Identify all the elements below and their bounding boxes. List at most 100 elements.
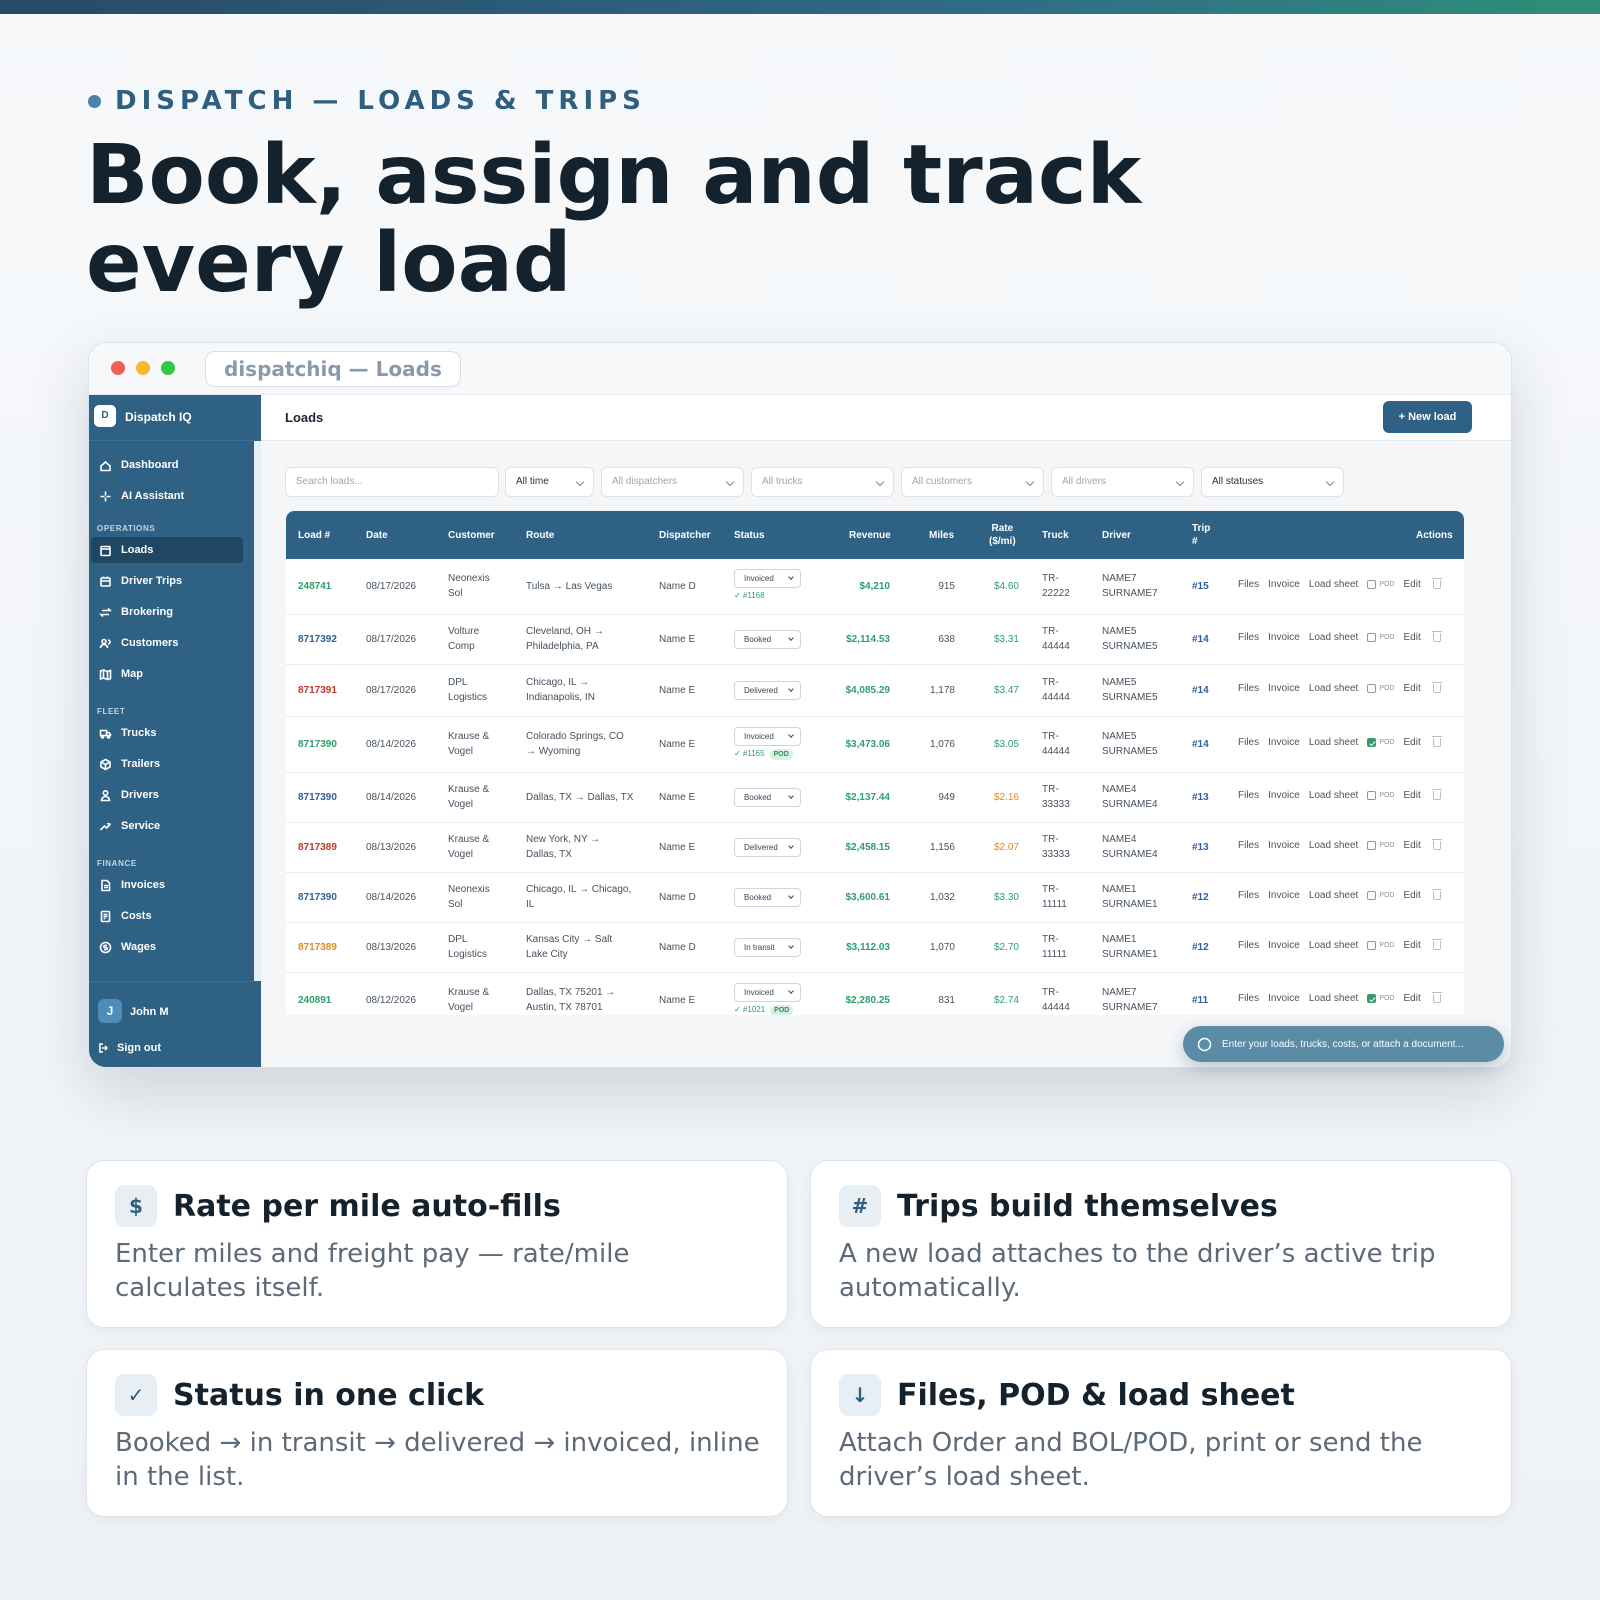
table-row[interactable]: 8717389 08/13/2026 DPL Logistics Kansas City… bbox=[286, 923, 1464, 973]
trip-link[interactable]: #12 bbox=[1192, 890, 1209, 905]
invoice-link[interactable]: Invoice bbox=[1268, 737, 1300, 748]
load-sheet-link[interactable]: Load sheet bbox=[1309, 579, 1359, 590]
col-truck[interactable]: Truck bbox=[1042, 530, 1069, 541]
trip-link[interactable]: #14 bbox=[1192, 737, 1209, 752]
sidebar-item-trailers[interactable]: Trailers bbox=[91, 751, 243, 777]
trash-icon[interactable] bbox=[1431, 682, 1442, 693]
sidebar-item-driver-trips[interactable]: Driver Trips bbox=[91, 568, 243, 594]
col-customer[interactable]: Customer bbox=[448, 530, 495, 541]
files-link[interactable]: Files bbox=[1238, 790, 1259, 801]
invoice-link[interactable]: Invoice bbox=[1268, 840, 1300, 851]
trash-icon[interactable] bbox=[1431, 839, 1442, 850]
sidebar-item-service[interactable]: Service bbox=[91, 813, 243, 839]
new-load-button[interactable]: + New load bbox=[1383, 401, 1472, 433]
trash-icon[interactable] bbox=[1431, 889, 1442, 900]
load-sheet-link[interactable]: Load sheet bbox=[1309, 993, 1359, 1004]
dispatcher-filter[interactable]: All dispatchers bbox=[601, 467, 744, 497]
col-rate[interactable]: Rate ($/mi) bbox=[989, 522, 1016, 548]
sidebar-item-ai-assistant[interactable]: AI Assistant bbox=[91, 483, 243, 509]
col-status[interactable]: Status bbox=[734, 530, 765, 541]
trash-icon[interactable] bbox=[1431, 736, 1442, 747]
trash-icon[interactable] bbox=[1431, 992, 1442, 1003]
pod-checkbox[interactable]: POD bbox=[1367, 684, 1394, 693]
files-link[interactable]: Files bbox=[1238, 840, 1259, 851]
col-dispatcher[interactable]: Dispatcher bbox=[659, 530, 711, 541]
invoice-ref[interactable]: ✓ #1021 POD bbox=[734, 1005, 794, 1015]
trip-link[interactable]: #13 bbox=[1192, 790, 1209, 805]
load-number-link[interactable]: 8717389 bbox=[298, 840, 337, 855]
trip-link[interactable]: #15 bbox=[1192, 579, 1209, 594]
window-tab[interactable]: dispatchiq — Loads bbox=[205, 351, 461, 387]
edit-link[interactable]: Edit bbox=[1403, 737, 1420, 748]
load-number-link[interactable]: 8717390 bbox=[298, 790, 337, 805]
load-sheet-link[interactable]: Load sheet bbox=[1309, 840, 1359, 851]
invoice-link[interactable]: Invoice bbox=[1268, 890, 1300, 901]
pod-checkbox[interactable]: POD bbox=[1367, 841, 1394, 850]
trip-link[interactable]: #12 bbox=[1192, 940, 1209, 955]
pod-checkbox[interactable]: POD bbox=[1367, 633, 1394, 642]
sidebar-item-drivers[interactable]: Drivers bbox=[91, 782, 243, 808]
invoice-link[interactable]: Invoice bbox=[1268, 632, 1300, 643]
edit-link[interactable]: Edit bbox=[1403, 993, 1420, 1004]
invoice-link[interactable]: Invoice bbox=[1268, 790, 1300, 801]
col-driver[interactable]: Driver bbox=[1102, 530, 1131, 541]
status-select[interactable]: Invoiced bbox=[734, 569, 801, 588]
table-row[interactable]: 8717389 08/13/2026 Krause & Vogel New York, … bbox=[286, 823, 1464, 873]
sidebar-item-invoices[interactable]: Invoices bbox=[91, 872, 243, 898]
sidebar-scrollbar[interactable] bbox=[254, 441, 261, 981]
col-trip[interactable]: Trip # bbox=[1192, 522, 1210, 548]
status-select[interactable]: Booked bbox=[734, 630, 801, 649]
status-filter[interactable]: All statuses bbox=[1201, 467, 1344, 497]
load-sheet-link[interactable]: Load sheet bbox=[1309, 940, 1359, 951]
load-number-link[interactable]: 240891 bbox=[298, 993, 331, 1008]
table-row[interactable]: 8717390 08/14/2026 Neonexis Sol Chicago, IL … bbox=[286, 873, 1464, 923]
load-number-link[interactable]: 248741 bbox=[298, 579, 331, 594]
load-number-link[interactable]: 8717391 bbox=[298, 683, 337, 698]
table-row[interactable]: 8717392 08/17/2026 Volture Comp Cleveland, O… bbox=[286, 615, 1464, 665]
invoice-link[interactable]: Invoice bbox=[1268, 993, 1300, 1004]
load-number-link[interactable]: 8717389 bbox=[298, 940, 337, 955]
time-filter[interactable]: All time bbox=[505, 467, 594, 497]
sidebar-item-dashboard[interactable]: Dashboard bbox=[91, 452, 243, 478]
load-sheet-link[interactable]: Load sheet bbox=[1309, 632, 1359, 643]
status-select[interactable]: In transit bbox=[734, 938, 801, 957]
invoice-ref[interactable]: ✓ #1165 POD bbox=[734, 749, 793, 760]
files-link[interactable]: Files bbox=[1238, 632, 1259, 643]
load-sheet-link[interactable]: Load sheet bbox=[1309, 737, 1359, 748]
load-sheet-link[interactable]: Load sheet bbox=[1309, 790, 1359, 801]
trip-link[interactable]: #13 bbox=[1192, 840, 1209, 855]
sidebar-item-loads[interactable]: Loads bbox=[91, 537, 243, 563]
sidebar-item-customers[interactable]: Customers bbox=[91, 630, 243, 656]
trash-icon[interactable] bbox=[1431, 789, 1442, 800]
col-revenue[interactable]: Revenue bbox=[849, 530, 891, 541]
sidebar-item-trucks[interactable]: Trucks bbox=[91, 720, 243, 746]
invoice-link[interactable]: Invoice bbox=[1268, 940, 1300, 951]
files-link[interactable]: Files bbox=[1238, 683, 1259, 694]
load-number-link[interactable]: 8717390 bbox=[298, 737, 337, 752]
trash-icon[interactable] bbox=[1431, 631, 1442, 642]
files-link[interactable]: Files bbox=[1238, 940, 1259, 951]
invoice-ref[interactable]: ✓ #1168 bbox=[734, 591, 765, 600]
close-window-button[interactable] bbox=[111, 361, 125, 375]
col-miles[interactable]: Miles bbox=[929, 530, 954, 541]
files-link[interactable]: Files bbox=[1238, 890, 1259, 901]
status-select[interactable]: Booked bbox=[734, 788, 801, 807]
trip-link[interactable]: #14 bbox=[1192, 683, 1209, 698]
edit-link[interactable]: Edit bbox=[1403, 940, 1420, 951]
truck-filter[interactable]: All trucks bbox=[751, 467, 894, 497]
pod-checkbox[interactable]: POD bbox=[1367, 791, 1394, 800]
table-row[interactable]: 8717390 08/14/2026 Krause & Vogel Colorado S… bbox=[286, 717, 1464, 773]
status-select[interactable]: Delivered bbox=[734, 681, 801, 700]
pod-checkbox[interactable]: POD bbox=[1367, 941, 1394, 950]
edit-link[interactable]: Edit bbox=[1403, 632, 1420, 643]
pod-checkbox[interactable]: POD bbox=[1367, 738, 1394, 747]
trash-icon[interactable] bbox=[1431, 939, 1442, 950]
col-route[interactable]: Route bbox=[526, 530, 554, 541]
status-select[interactable]: Invoiced bbox=[734, 727, 801, 746]
pod-checkbox[interactable]: POD bbox=[1367, 994, 1394, 1003]
load-sheet-link[interactable]: Load sheet bbox=[1309, 890, 1359, 901]
status-select[interactable]: Invoiced bbox=[734, 983, 801, 1002]
table-row[interactable]: 240891 08/12/2026 Krause & Vogel Dallas, TX … bbox=[286, 973, 1464, 1015]
load-sheet-link[interactable]: Load sheet bbox=[1309, 683, 1359, 694]
edit-link[interactable]: Edit bbox=[1403, 790, 1420, 801]
